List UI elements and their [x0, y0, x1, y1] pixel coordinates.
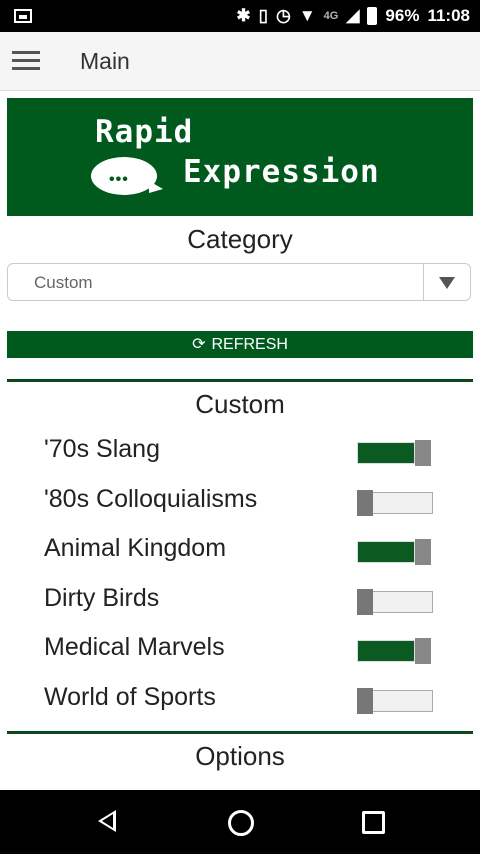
- status-icons: ✱ ▯ ◷ ▼ 4G ◢ 96% 11:08: [236, 6, 470, 26]
- system-nav-bar: [0, 790, 480, 854]
- custom-heading: Custom: [195, 389, 285, 419]
- speech-bubble-icon: •••: [91, 157, 163, 195]
- refresh-icon: ⟳: [192, 336, 206, 353]
- options-heading: Options: [195, 741, 285, 771]
- section-divider: [7, 379, 473, 382]
- category-heading: Category: [187, 224, 293, 254]
- toggle-switch[interactable]: [357, 688, 433, 714]
- list-item-label: Medical Marvels: [44, 633, 225, 661]
- speech-dots: •••: [109, 171, 129, 188]
- list-item-label: Animal Kingdom: [44, 534, 227, 562]
- logo-text-line1: Rapid: [95, 114, 194, 150]
- category-select[interactable]: Custom: [7, 263, 471, 301]
- logo-text-line2: Expression: [183, 154, 380, 190]
- battery-level: 96%: [385, 6, 420, 25]
- signal-icon: ◢: [346, 6, 360, 25]
- list-item-label: World of Sports: [44, 683, 216, 711]
- toggle-switch[interactable]: [357, 490, 433, 516]
- wifi-icon: ▼: [298, 6, 316, 25]
- list-item[interactable]: Medical Marvels: [44, 630, 444, 670]
- app-logo-banner: Rapid ••• Expression: [7, 98, 473, 216]
- battery-icon: [367, 7, 378, 25]
- app-bar: Main: [0, 32, 480, 91]
- list-item[interactable]: '80s Colloquialisms: [44, 482, 444, 522]
- bluetooth-icon: ✱: [236, 6, 251, 25]
- back-icon[interactable]: [98, 810, 116, 832]
- toggle-switch[interactable]: [357, 638, 433, 664]
- clock: 11:08: [427, 6, 470, 25]
- list-item-label: '80s Colloquialisms: [44, 485, 258, 513]
- image-notification-icon: [14, 9, 32, 23]
- toggle-switch[interactable]: [357, 440, 433, 466]
- recent-apps-icon[interactable]: [362, 811, 385, 834]
- refresh-label: REFRESH: [211, 336, 288, 353]
- list-item[interactable]: Dirty Birds: [44, 581, 444, 621]
- dropdown-arrow-icon[interactable]: [423, 264, 470, 300]
- category-selected-value: Custom: [34, 273, 93, 292]
- toggle-switch[interactable]: [357, 589, 433, 615]
- section-divider: [7, 731, 473, 734]
- toggle-switch[interactable]: [357, 539, 433, 565]
- list-item[interactable]: Animal Kingdom: [44, 531, 444, 571]
- vibrate-icon: ▯: [258, 6, 268, 25]
- alarm-icon: ◷: [275, 6, 291, 25]
- menu-icon[interactable]: [12, 51, 40, 71]
- list-item-label: '70s Slang: [44, 435, 160, 463]
- home-icon[interactable]: [228, 810, 254, 836]
- list-item-label: Dirty Birds: [44, 584, 160, 612]
- page-title: Main: [80, 48, 130, 74]
- refresh-button[interactable]: ⟳ REFRESH: [7, 331, 473, 358]
- status-bar: ✱ ▯ ◷ ▼ 4G ◢ 96% 11:08: [0, 0, 480, 32]
- list-item[interactable]: '70s Slang: [44, 432, 444, 472]
- network-type: 4G: [323, 10, 339, 22]
- list-item[interactable]: World of Sports: [44, 680, 444, 720]
